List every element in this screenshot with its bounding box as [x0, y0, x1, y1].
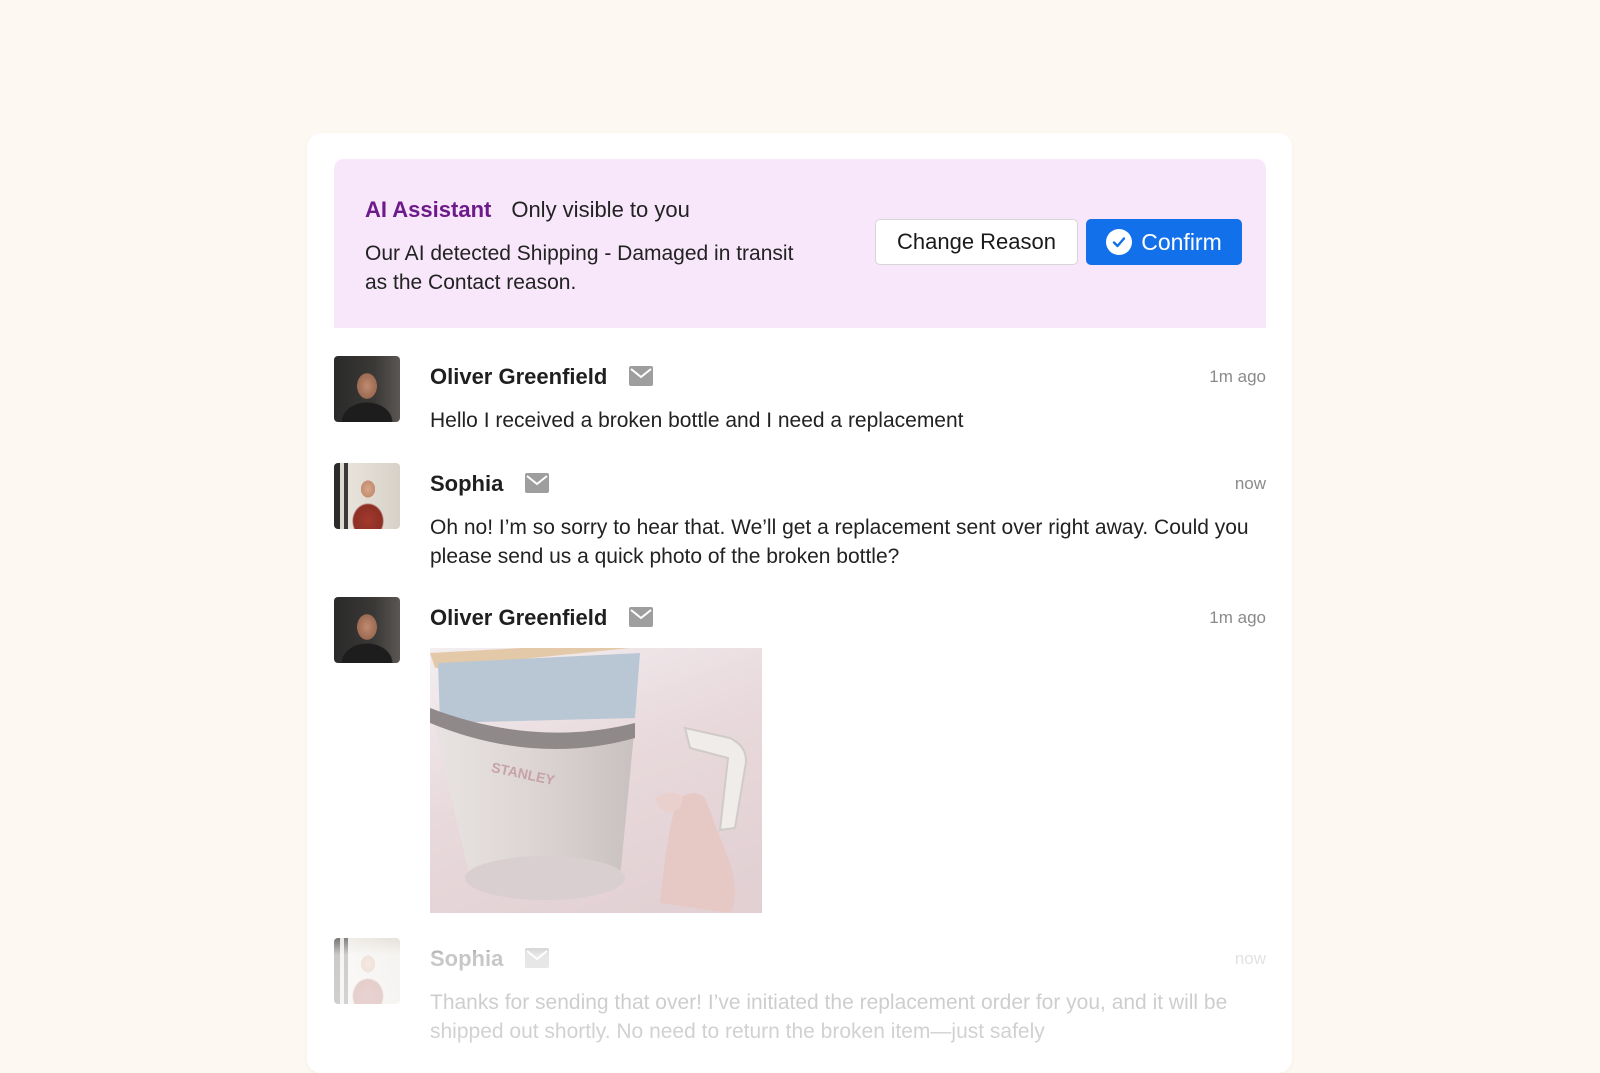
- message-time: 1m ago: [1209, 608, 1266, 627]
- ai-assistant-label: AI Assistant: [365, 197, 492, 222]
- message-item: Oliver Greenfield 1m ago STANLEY: [334, 597, 1266, 927]
- sender-name: Oliver Greenfield: [430, 364, 608, 389]
- message-item: Sophia now Thanks for sending that over!…: [334, 938, 1266, 1068]
- avatar: [334, 463, 400, 529]
- ai-panel-header: AI Assistant Only visible to you: [365, 197, 690, 223]
- conversation-card: AI Assistant Only visible to you Our AI …: [307, 133, 1292, 1073]
- confirm-button[interactable]: Confirm: [1086, 219, 1242, 265]
- avatar: [334, 356, 400, 422]
- message-time: 1m ago: [1209, 367, 1266, 386]
- mail-icon: [525, 948, 549, 968]
- avatar: [334, 938, 400, 1004]
- mail-icon: [629, 366, 653, 386]
- confirm-label: Confirm: [1141, 228, 1222, 255]
- message-text: Thanks for sending that over! I’ve initi…: [430, 991, 1228, 1043]
- mail-icon: [525, 473, 549, 493]
- sender-name: Sophia: [430, 471, 504, 496]
- message-time: now: [1234, 474, 1266, 493]
- ai-assistant-panel: AI Assistant Only visible to you Our AI …: [334, 159, 1266, 328]
- change-reason-button[interactable]: Change Reason: [875, 219, 1078, 265]
- sender-name: Sophia: [430, 946, 504, 971]
- message-item: Sophia now Oh no! I’m so sorry to hear t…: [334, 463, 1266, 583]
- avatar: [334, 597, 400, 663]
- visibility-note: Only visible to you: [511, 197, 690, 222]
- attachment-photo[interactable]: STANLEY: [430, 648, 762, 913]
- sender-name: Oliver Greenfield: [430, 605, 608, 630]
- ai-detection-message: Our AI detected Shipping - Damaged in tr…: [365, 242, 794, 294]
- check-circle-icon: [1106, 229, 1133, 255]
- message-item: Oliver Greenfield 1m ago Hello I receive…: [334, 356, 1266, 446]
- message-time: now: [1234, 949, 1266, 968]
- mail-icon: [629, 607, 653, 627]
- message-text: Oh no! I’m so sorry to hear that. We’ll …: [430, 516, 1249, 568]
- message-text: Hello I received a broken bottle and I n…: [430, 409, 964, 432]
